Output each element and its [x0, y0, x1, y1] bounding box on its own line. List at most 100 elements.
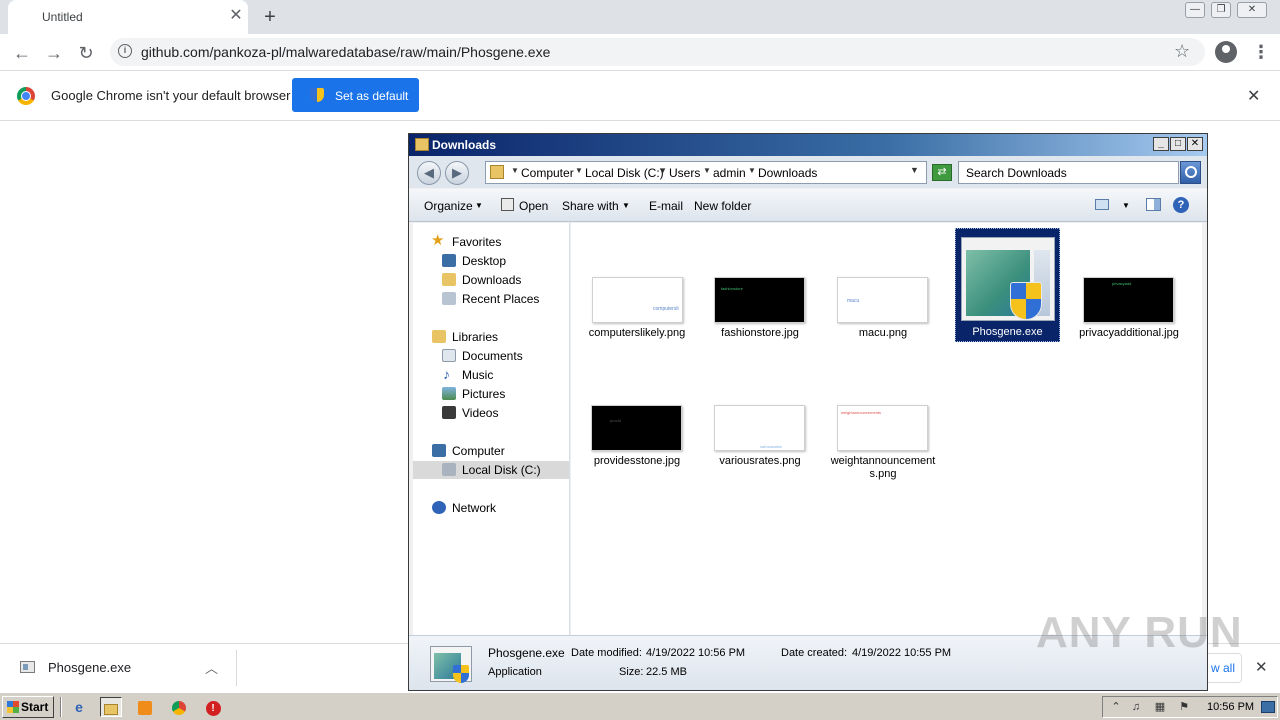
breadcrumb-local-disk[interactable]: Local Disk (C:) [585, 166, 664, 180]
nav-local-disk-selected[interactable]: Local Disk (C:) [413, 461, 569, 479]
taskbar-divider [60, 697, 62, 717]
internet-explorer-icon[interactable]: e [68, 697, 90, 717]
nav-documents[interactable]: Documents [462, 349, 523, 363]
media-player-icon[interactable] [134, 697, 156, 717]
file-thumbnail: macu [837, 277, 928, 323]
show-desktop-icon[interactable] [1261, 701, 1275, 713]
file-list: computersli computerslikely.png fashions… [571, 223, 1202, 635]
open-icon [501, 198, 514, 211]
forward-icon[interactable]: → [40, 39, 68, 67]
nav-music[interactable]: Music [462, 368, 493, 382]
search-downloads-input[interactable]: Search Downloads [958, 161, 1179, 184]
email-button[interactable]: E-mail [649, 199, 683, 213]
chevron-down-icon[interactable]: ▼ [1122, 201, 1130, 210]
back-icon[interactable]: ← [8, 39, 36, 67]
file-thumbnail: weightannouncements [837, 405, 928, 451]
reload-icon[interactable]: ↻ [72, 39, 100, 67]
tab-close-icon[interactable]: ✕ [226, 6, 246, 26]
close-window-button[interactable]: ✕ [1237, 2, 1267, 18]
help-icon[interactable]: ? [1173, 197, 1189, 213]
minimize-button[interactable]: — [1185, 2, 1205, 18]
address-dropdown-icon[interactable]: ▼ [910, 165, 919, 175]
search-icon[interactable] [1180, 161, 1201, 184]
chevron-down-icon[interactable]: ▼ [475, 201, 483, 210]
chevron-down-icon[interactable]: ▼ [622, 201, 630, 210]
tab-untitled[interactable]: Untitled ✕ [8, 0, 248, 34]
recent-places-icon [442, 292, 456, 305]
breadcrumb-arrow-icon[interactable]: ▼ [659, 166, 667, 175]
download-item-name[interactable]: Phosgene.exe [48, 660, 131, 675]
breadcrumb-downloads[interactable]: Downloads [758, 166, 817, 180]
breadcrumb-admin[interactable]: admin [713, 166, 746, 180]
volume-icon[interactable]: ♫ [1129, 700, 1143, 714]
nav-network[interactable]: Network [452, 501, 496, 515]
chrome-menu-icon[interactable]: ⋮ [1252, 40, 1270, 64]
file-item[interactable]: computersli computerslikely.png [571, 273, 685, 353]
set-as-default-label: Set as default [335, 89, 409, 103]
set-as-default-button[interactable]: Set as default [292, 78, 419, 112]
thumbnail-text: computersli [653, 306, 679, 312]
new-tab-icon[interactable]: + [258, 5, 282, 29]
open-button[interactable]: Open [519, 199, 548, 213]
nav-videos[interactable]: Videos [462, 406, 498, 420]
file-name: privacyadditional.jpg [1079, 327, 1179, 339]
nav-desktop[interactable]: Desktop [462, 254, 506, 268]
downloads-folder-icon [442, 273, 456, 286]
profile-avatar-icon[interactable] [1215, 41, 1237, 63]
start-button[interactable]: Start [2, 696, 54, 718]
share-with-button[interactable]: Share with [562, 199, 619, 213]
change-view-icon[interactable] [1095, 199, 1109, 210]
size-label: Size: [619, 666, 644, 678]
file-item[interactable]: macu macu.png [827, 273, 939, 353]
action-center-flag-icon[interactable]: ⚑ [1177, 700, 1191, 714]
nav-downloads[interactable]: Downloads [462, 273, 521, 287]
breadcrumb-users[interactable]: Users [669, 166, 700, 180]
url-text[interactable]: github.com/pankoza-pl/malwaredatabase/ra… [141, 44, 550, 60]
explorer-back-icon[interactable]: ◀ [417, 161, 441, 185]
explorer-forward-icon[interactable]: ▶ [445, 161, 469, 185]
chevron-up-icon[interactable]: ︿ [205, 658, 218, 677]
explorer-maximize-button[interactable]: □ [1170, 137, 1186, 151]
preview-pane-icon[interactable] [1146, 198, 1161, 211]
breadcrumb-arrow-icon[interactable]: ▼ [511, 166, 519, 175]
file-item[interactable]: fashionstore fashionstore.jpg [704, 273, 816, 353]
default-browser-infobar: Google Chrome isn't your default browser… [0, 71, 1280, 121]
file-item[interactable]: provid providesstone.jpg [581, 401, 693, 481]
stop-alert-icon[interactable]: ! [202, 697, 224, 717]
infobar-close-icon[interactable]: ✕ [1247, 86, 1260, 106]
restore-button[interactable]: ❐ [1211, 2, 1231, 18]
refresh-icon[interactable]: ⇄ [932, 164, 952, 181]
address-bar[interactable]: i github.com/pankoza-pl/malwaredatabase/… [110, 38, 1205, 66]
file-item-selected[interactable]: Phosgene.exe [955, 228, 1060, 342]
breadcrumb-arrow-icon[interactable]: ▼ [703, 166, 711, 175]
network-tray-icon[interactable]: ▦ [1153, 700, 1167, 714]
breadcrumb-arrow-icon[interactable]: ▼ [575, 166, 583, 175]
show-hidden-icons-icon[interactable]: ⌃ [1109, 700, 1123, 714]
details-file-type: Application [488, 666, 542, 678]
file-item[interactable]: weightannouncements weightannouncements.… [827, 401, 939, 481]
clock[interactable]: 10:56 PM [1207, 701, 1254, 713]
start-label: Start [21, 700, 49, 714]
nav-recent-places[interactable]: Recent Places [462, 292, 539, 306]
file-item[interactable]: variousrates variousrates.png [704, 401, 816, 481]
new-folder-button[interactable]: New folder [694, 199, 751, 213]
file-item[interactable]: privacyadd privacyadditional.jpg [1073, 273, 1185, 353]
bookmark-star-icon[interactable]: ☆ [1174, 41, 1190, 62]
nav-libraries[interactable]: Libraries [452, 330, 498, 344]
explorer-titlebar[interactable]: Downloads _ □ ✕ [409, 134, 1207, 156]
nav-computer[interactable]: Computer [452, 444, 505, 458]
organize-button[interactable]: Organize [424, 199, 473, 213]
site-info-icon[interactable]: i [118, 44, 132, 58]
nav-favorites[interactable]: Favorites [452, 235, 501, 249]
explorer-minimize-button[interactable]: _ [1153, 137, 1169, 151]
chrome-taskbar-icon[interactable] [168, 697, 190, 717]
shelf-divider [236, 650, 237, 686]
breadcrumb-computer[interactable]: Computer [521, 166, 574, 180]
shelf-close-icon[interactable]: ✕ [1255, 658, 1268, 676]
windows-explorer-taskbar-icon[interactable] [100, 697, 122, 717]
file-name: weightannouncements.png [830, 455, 936, 480]
explorer-close-button[interactable]: ✕ [1187, 137, 1203, 151]
nav-pictures[interactable]: Pictures [462, 387, 505, 401]
breadcrumb-arrow-icon[interactable]: ▼ [748, 166, 756, 175]
explorer-address-bar[interactable]: ▼ Computer ▼ Local Disk (C:) ▼ Users ▼ a… [485, 161, 927, 184]
